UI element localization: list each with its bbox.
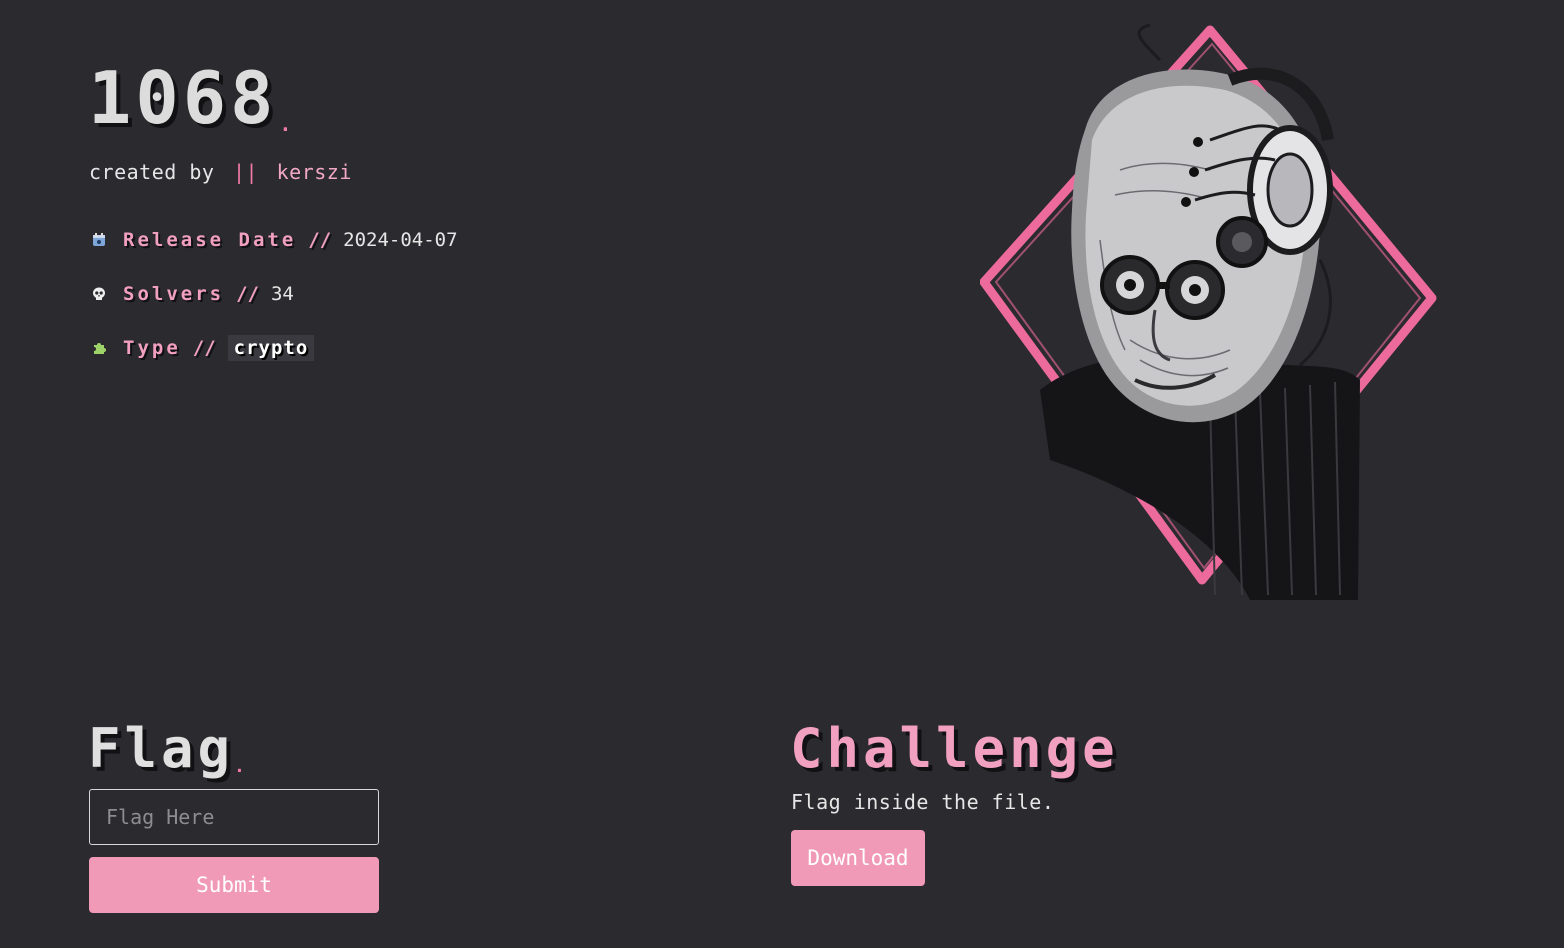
type-badge: crypto <box>227 335 315 361</box>
type-row: Type // crypto <box>89 330 458 366</box>
challenge-title-dot: . <box>279 112 296 136</box>
release-date-slash: // <box>308 229 332 251</box>
creator-line: created by || kerszi <box>89 160 352 184</box>
calendar-icon <box>89 230 109 250</box>
solvers-count: 34 <box>270 283 294 305</box>
challenge-heading: Challenge <box>790 717 1119 780</box>
submit-button[interactable]: Submit <box>89 857 379 913</box>
type-label: Type <box>123 337 181 359</box>
flag-heading: Flag. <box>88 722 249 776</box>
flag-input[interactable] <box>89 789 379 845</box>
solvers-row: Solvers // 34 <box>89 276 458 312</box>
flag-heading-dot: . <box>234 756 249 777</box>
challenge-title: 1068. <box>88 62 295 134</box>
skull-icon <box>89 284 109 304</box>
challenge-description: Flag inside the file. <box>791 790 1055 814</box>
type-slash: // <box>192 337 216 359</box>
release-date-label: Release Date <box>123 229 297 251</box>
challenge-title-text: 1068 <box>88 56 278 140</box>
flag-heading-text: Flag <box>88 717 235 780</box>
release-date-value: 2024-04-07 <box>343 229 458 251</box>
cyborg-portrait-image <box>980 23 1437 600</box>
solvers-slash: // <box>236 283 259 305</box>
challenge-meta: Release Date // 2024-04-07 Solvers // 34 <box>89 222 458 384</box>
puzzle-icon <box>89 338 109 358</box>
creator-prefix: created by <box>89 160 215 184</box>
solvers-label: Solvers <box>123 283 225 305</box>
creator-separator: || <box>232 160 259 184</box>
release-date-row: Release Date // 2024-04-07 <box>89 222 458 258</box>
author-name: kerszi <box>276 160 352 184</box>
download-button[interactable]: Download <box>791 830 925 886</box>
challenge-page: 1068. created by || kerszi Release Date … <box>0 0 1564 948</box>
